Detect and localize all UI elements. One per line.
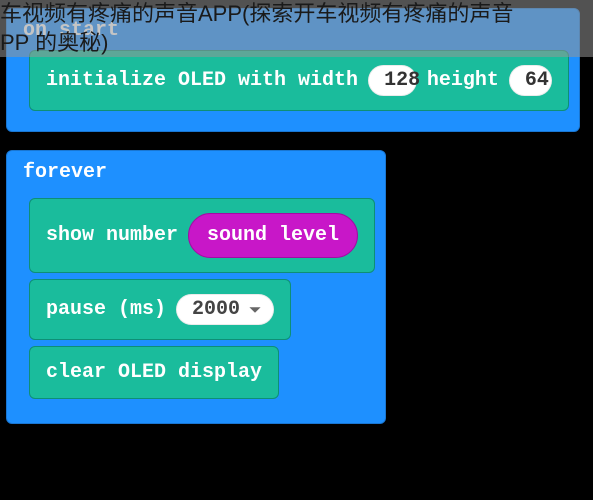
- blocks-workspace[interactable]: on start initialize OLED with width 128 …: [0, 0, 593, 500]
- clear-oled-block[interactable]: clear OLED display: [29, 346, 279, 399]
- show-number-block[interactable]: show number sound level: [29, 198, 375, 273]
- pause-value: 2000: [192, 298, 240, 321]
- forever-block[interactable]: forever show number sound level pause (m…: [6, 150, 386, 424]
- init-oled-mid: height: [427, 69, 499, 92]
- clear-oled-label: clear OLED display: [46, 361, 262, 384]
- pause-label: pause (ms): [46, 298, 166, 321]
- on-start-label: on start: [7, 9, 579, 50]
- initialize-oled-block[interactable]: initialize OLED with width 128 height 64: [29, 50, 569, 111]
- forever-body: show number sound level pause (ms) 2000 …: [7, 198, 385, 405]
- oled-width-input[interactable]: 128: [368, 65, 417, 96]
- show-number-label: show number: [46, 224, 178, 247]
- init-oled-prefix: initialize OLED with width: [46, 69, 358, 92]
- chevron-down-icon: [248, 303, 262, 317]
- pause-block[interactable]: pause (ms) 2000: [29, 279, 291, 340]
- sound-level-reporter[interactable]: sound level: [188, 213, 358, 258]
- on-start-body: initialize OLED with width 128 height 64: [7, 50, 579, 131]
- oled-height-input[interactable]: 64: [509, 65, 552, 96]
- pause-value-dropdown[interactable]: 2000: [176, 294, 274, 325]
- forever-label: forever: [7, 151, 385, 192]
- on-start-block[interactable]: on start initialize OLED with width 128 …: [6, 8, 580, 132]
- forever-foot: [7, 405, 385, 423]
